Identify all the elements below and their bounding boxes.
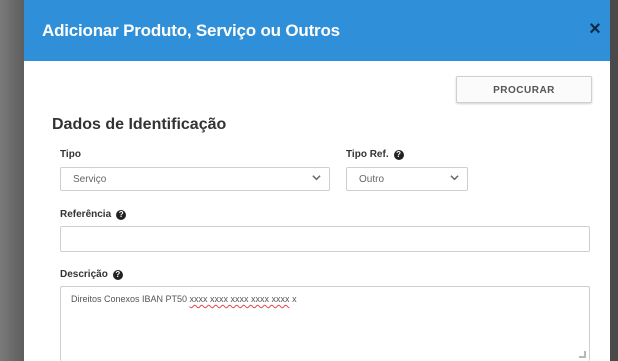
tipo-ref-select-value: Outro — [359, 174, 385, 185]
tipo-select[interactable]: Serviço — [60, 167, 330, 191]
tipo-ref-label-text: Tipo Ref. — [346, 149, 389, 160]
background-overlay-right — [610, 0, 618, 361]
close-icon[interactable]: × — [586, 18, 604, 40]
resize-handle[interactable] — [579, 351, 586, 358]
descricao-label-text: Descrição — [60, 269, 108, 280]
modal-header: Adicionar Produto, Serviço ou Outros × — [24, 0, 610, 61]
section-title: Dados de Identificação — [52, 116, 227, 133]
tipo-ref-label: Tipo Ref. ? — [346, 149, 404, 160]
descricao-text-suffix: x — [289, 294, 297, 304]
descricao-text: Direitos Conexos IBAN PT50 xxxx xxxx xxx… — [71, 294, 297, 304]
background-overlay-left — [0, 0, 24, 361]
descricao-label: Descrição ? — [60, 269, 123, 280]
chevron-down-icon — [450, 173, 459, 185]
info-icon[interactable]: ? — [116, 209, 127, 220]
descricao-text-prefix: Direitos Conexos IBAN PT50 — [71, 294, 190, 304]
add-product-modal: Adicionar Produto, Serviço ou Outros × P… — [24, 0, 610, 361]
chevron-down-icon — [312, 173, 321, 185]
descricao-textarea[interactable]: Direitos Conexos IBAN PT50 xxxx xxxx xxx… — [60, 286, 590, 361]
descricao-text-misspelled: xxxx xxxx xxxx xxxx xxxx — [189, 294, 290, 304]
referencia-label: Referência ? — [60, 209, 127, 220]
tipo-label: Tipo — [60, 149, 81, 160]
tipo-select-value: Serviço — [73, 174, 107, 185]
info-icon[interactable]: ? — [393, 149, 404, 160]
referencia-label-text: Referência — [60, 209, 112, 220]
modal-title: Adicionar Produto, Serviço ou Outros — [42, 21, 340, 40]
referencia-input[interactable] — [60, 226, 590, 252]
search-button[interactable]: PROCURAR — [456, 76, 592, 103]
tipo-ref-select[interactable]: Outro — [346, 167, 468, 191]
info-icon[interactable]: ? — [112, 269, 123, 280]
tipo-label-text: Tipo — [60, 149, 81, 160]
